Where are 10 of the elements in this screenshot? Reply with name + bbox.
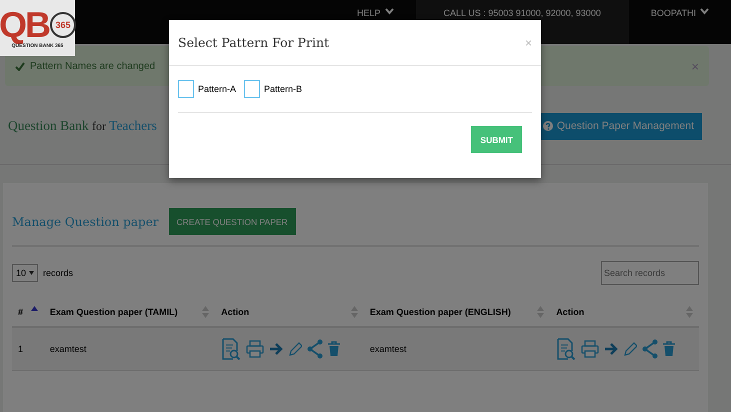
records-label: records (43, 268, 74, 278)
dialog-title: Select Pattern For Print (178, 35, 330, 50)
table-cell: examtest (50, 344, 86, 354)
page-title: Question Bank for Teachers (8, 118, 157, 134)
alert-message: Pattern Names are changed (30, 60, 156, 72)
table-cell: 1 (18, 344, 24, 354)
card-title: Manage Question paper (12, 214, 159, 228)
logo-badge: 365 (50, 12, 76, 38)
logo-mark: QB (0, 7, 49, 43)
table-cell: examtest (370, 344, 406, 354)
